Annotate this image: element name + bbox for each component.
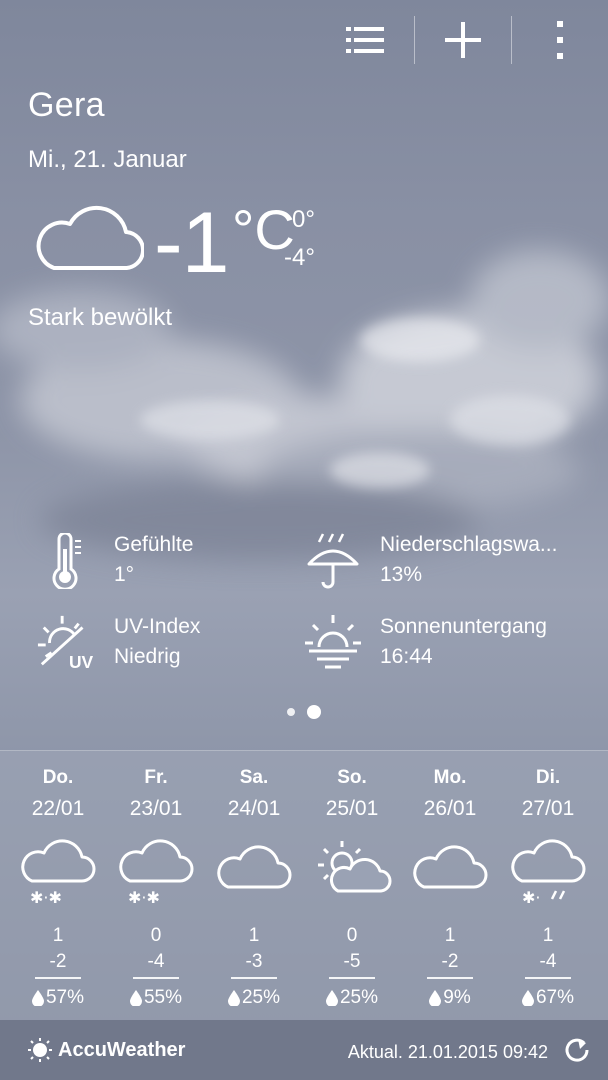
divider	[231, 977, 277, 979]
forecast-date: 26/01	[423, 797, 477, 820]
forecast-low: -5	[343, 951, 361, 972]
plus-icon	[445, 22, 481, 58]
forecast-high: 1	[248, 925, 260, 946]
cloud-snow-icon: ✱·✱	[119, 839, 194, 907]
divider	[329, 977, 375, 979]
current-date: Mi., 21. Januar	[28, 146, 187, 173]
forecast-date: 25/01	[325, 797, 379, 820]
last-updated: Aktual. 21.01.2015 09:42	[347, 1042, 548, 1062]
forecast-precipitation: 9%	[401, 987, 499, 1009]
forecast-weekday: Mo.	[433, 767, 467, 788]
forecast-precipitation: 57%	[9, 987, 107, 1009]
page-dot-active[interactable]	[307, 705, 321, 719]
drop-icon	[129, 990, 142, 1006]
forecast-date: 23/01	[129, 797, 183, 820]
forecast-weekday: Di.	[535, 767, 561, 788]
precipitation-value: 25%	[339, 987, 379, 1008]
forecast-low: -4	[539, 951, 557, 972]
detail-label: UV-Index	[114, 615, 201, 638]
forecast-weekday: Fr.	[144, 767, 168, 788]
city-name: Gera	[28, 86, 105, 124]
cloud-icon	[217, 845, 292, 889]
sunset-icon	[305, 615, 361, 669]
detail-label: Niederschlagswa...	[380, 533, 558, 556]
detail-value: 1°	[114, 563, 135, 586]
action-bar	[318, 14, 608, 66]
today-high: 0°	[292, 206, 315, 233]
more-options-button[interactable]	[512, 14, 608, 66]
page-dot[interactable]	[287, 708, 295, 716]
forecast-high: 1	[52, 925, 64, 946]
drop-icon	[325, 990, 338, 1006]
footer-bar: AccuWeather Aktual. 21.01.2015 09:42	[0, 1020, 608, 1080]
divider	[427, 977, 473, 979]
precipitation-detail: Niederschlagswa... 13%	[302, 530, 557, 592]
divider	[35, 977, 81, 979]
precipitation-value: 25%	[241, 987, 281, 1008]
accuweather-logo[interactable]: AccuWeather	[28, 1038, 185, 1062]
divider	[525, 977, 571, 979]
daily-forecast-panel: Do. 22/01 ✱·✱ 1 -2 57% Fr. 23/01 ✱·✱ 0 -…	[0, 750, 608, 1020]
thermometer-icon	[52, 533, 81, 589]
detail-value: 13%	[380, 563, 423, 586]
svg-text:✱·✱: ✱·✱	[30, 888, 62, 907]
drop-icon	[227, 990, 240, 1006]
forecast-weekday: So.	[337, 767, 367, 788]
forecast-date: 24/01	[227, 797, 281, 820]
forecast-low: -3	[245, 951, 263, 972]
sun-logo-icon	[28, 1038, 52, 1062]
forecast-low: -2	[441, 951, 459, 972]
add-location-button[interactable]	[415, 14, 511, 66]
drop-icon	[521, 990, 534, 1006]
sunset-detail: Sonnenuntergang 16:44	[302, 612, 547, 674]
cloud-snow-icon: ✱·✱	[21, 839, 96, 907]
detail-value: 16:44	[380, 645, 433, 668]
refresh-icon[interactable]	[564, 1037, 590, 1063]
forecast-low: -2	[49, 951, 67, 972]
more-vert-icon	[557, 21, 563, 59]
detail-label: Gefühlte	[114, 533, 194, 556]
forecast-date: 27/01	[521, 797, 575, 820]
forecast-precipitation: 25%	[205, 987, 303, 1009]
location-list-button[interactable]	[318, 14, 414, 66]
precipitation-value: 67%	[535, 987, 575, 1008]
drop-icon	[31, 990, 44, 1006]
precipitation-value: 57%	[45, 987, 85, 1008]
forecast-high: 0	[346, 925, 358, 946]
cloud-sleet-icon: ✱·	[511, 839, 586, 907]
feels-like-detail: Gefühlte 1°	[36, 530, 193, 592]
brand-name: AccuWeather	[58, 1038, 186, 1061]
detail-label: Sonnenuntergang	[380, 615, 547, 638]
forecast-precipitation: 67%	[499, 987, 597, 1009]
uv-index-detail: UV UV-Index Niedrig	[36, 612, 200, 674]
page-indicator	[0, 705, 608, 719]
cloud-icon	[413, 845, 488, 889]
forecast-high: 1	[542, 925, 554, 946]
detail-value: Niedrig	[114, 645, 181, 668]
forecast-precipitation: 55%	[107, 987, 205, 1009]
forecast-date: 22/01	[31, 797, 85, 820]
sun-cloud-icon	[318, 841, 392, 893]
forecast-high: 1	[444, 925, 456, 946]
svg-text:✱·✱: ✱·✱	[128, 888, 160, 907]
precipitation-value: 55%	[143, 987, 183, 1008]
current-condition: Stark bewölkt	[28, 304, 173, 331]
svg-text:UV: UV	[69, 652, 94, 672]
today-low: -4°	[284, 244, 315, 271]
precipitation-value: 9%	[443, 987, 471, 1008]
divider	[133, 977, 179, 979]
forecast-low: -4	[147, 951, 165, 972]
forecast-weekday: Do.	[42, 767, 74, 788]
cloud-icon	[36, 205, 144, 271]
uv-index-icon: UV	[37, 615, 94, 672]
drop-icon	[429, 990, 442, 1006]
svg-text:✱·: ✱·	[522, 888, 541, 907]
forecast-high: 0	[150, 925, 162, 946]
umbrella-rain-icon	[307, 533, 359, 589]
current-temperature: -1	[154, 195, 229, 291]
list-icon	[346, 27, 384, 53]
forecast-precipitation: 25%	[303, 987, 401, 1009]
forecast-weekday: Sa.	[239, 767, 269, 788]
